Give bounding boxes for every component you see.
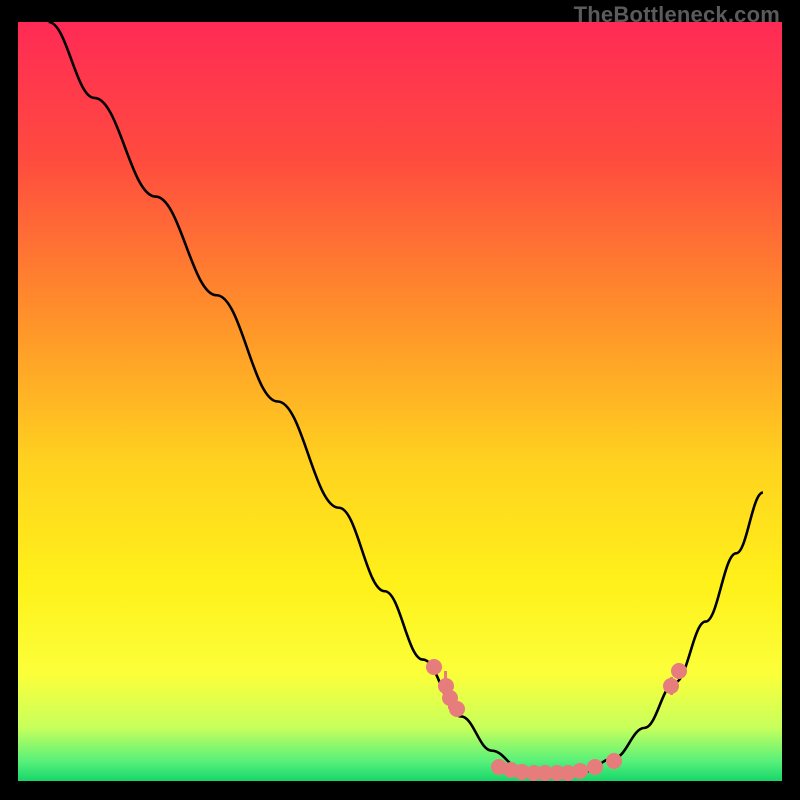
watermark-text: TheBottleneck.com [574, 2, 780, 28]
plot-area [18, 22, 782, 781]
background-gradient [18, 22, 782, 781]
chart-root: TheBottleneck.com [0, 0, 800, 800]
